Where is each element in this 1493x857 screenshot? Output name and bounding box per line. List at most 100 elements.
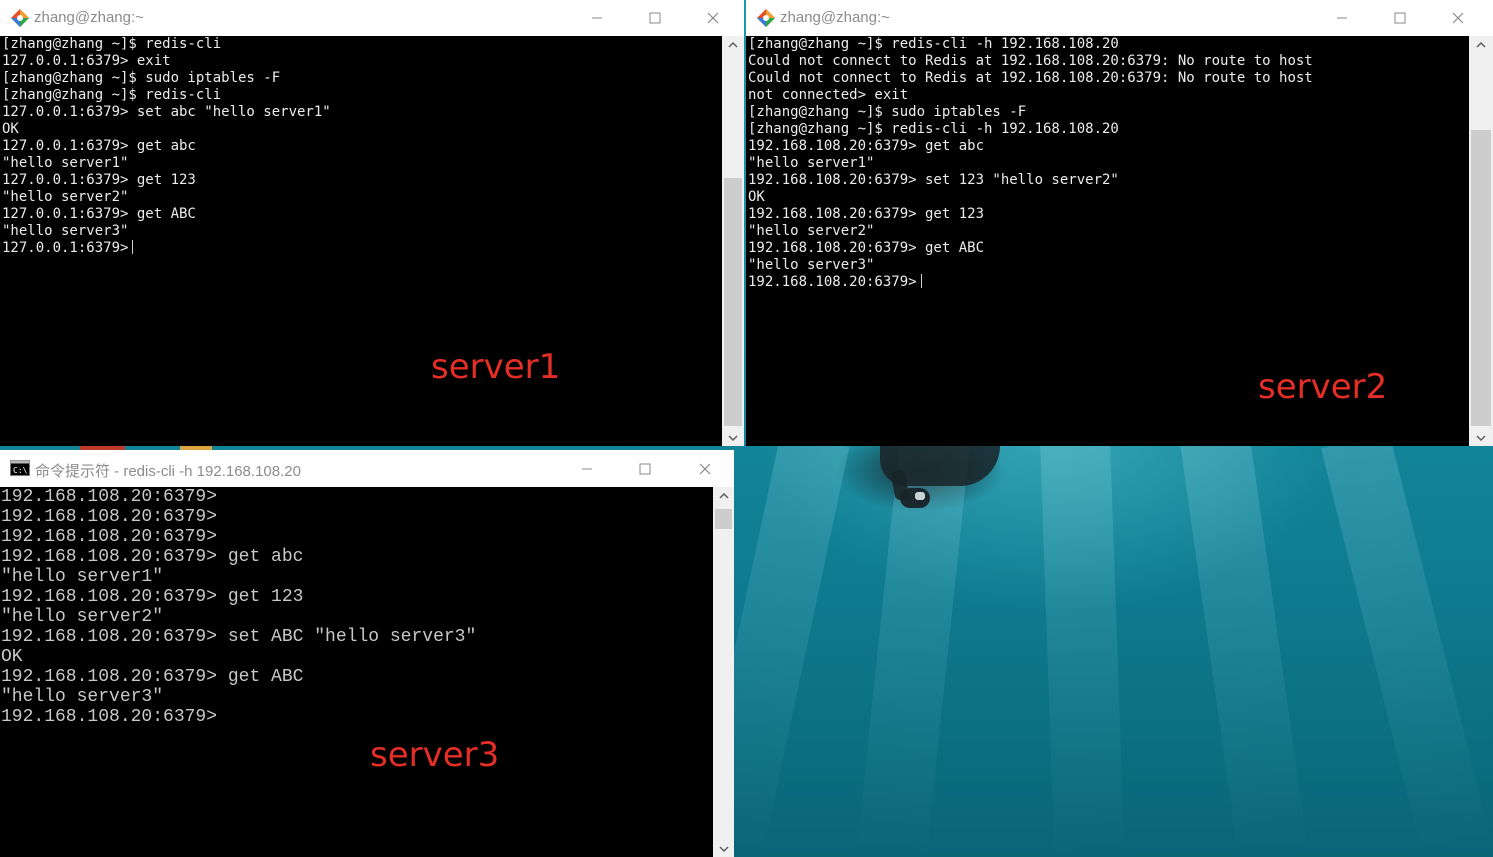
text-cursor	[132, 240, 134, 254]
chevron-up-icon	[1476, 41, 1486, 48]
window-title: 命令提示符 - redis-cli -h 192.168.108.20	[35, 463, 301, 480]
terminal-line: 127.0.0.1:6379> exit	[2, 53, 171, 69]
scroll-up-button[interactable]	[722, 36, 744, 53]
chevron-down-icon	[728, 434, 738, 441]
terminal-line: "hello server1"	[748, 155, 875, 171]
terminal-prompt-line[interactable]: 192.168.108.20:6379>	[746, 274, 1469, 291]
light-ray	[1040, 438, 1125, 857]
terminal-line: [zhang@zhang ~]$ redis-cli -h 192.168.10…	[748, 121, 1119, 137]
terminal-line: Could not connect to Redis at 192.168.10…	[748, 70, 1313, 86]
maximize-button[interactable]	[1371, 0, 1429, 36]
window-title: zhang@zhang:~	[34, 9, 144, 26]
chevron-up-icon	[728, 41, 738, 48]
close-button[interactable]	[1429, 0, 1487, 36]
terminal-line: OK	[2, 121, 19, 137]
terminal-line: "hello server3"	[2, 223, 129, 239]
text-cursor	[920, 274, 922, 288]
minimize-icon	[582, 468, 592, 469]
terminal-line: 192.168.108.20:6379> set 123 "hello serv…	[748, 172, 1119, 188]
terminal-window-server2[interactable]: zhang@zhang:~ [zhang@zhang ~]$ redis-cli…	[746, 0, 1493, 446]
light-ray	[1321, 431, 1491, 856]
maximize-button[interactable]	[626, 0, 684, 36]
terminal-output[interactable]: [zhang@zhang ~]$ redis-cli 127.0.0.1:637…	[0, 36, 722, 446]
terminal-prompt-line[interactable]: 127.0.0.1:6379>	[0, 240, 722, 257]
scroll-down-button[interactable]	[1469, 429, 1493, 446]
terminal-line: 127.0.0.1:6379> get 123	[2, 172, 196, 188]
vertical-scrollbar[interactable]	[713, 487, 734, 857]
close-icon	[707, 12, 719, 24]
maximize-icon	[649, 12, 661, 24]
command-prompt-icon: C:\	[10, 460, 30, 476]
title-bar[interactable]: zhang@zhang:~	[0, 0, 744, 36]
terminal-line: "hello server1"	[2, 155, 129, 171]
terminal-line: "hello server1"	[1, 567, 164, 587]
chevron-down-icon	[718, 845, 729, 852]
terminal-line: "hello server3"	[1, 687, 164, 707]
close-icon	[699, 463, 711, 474]
terminal-line: 192.168.108.20:6379> get abc	[1, 547, 304, 567]
server-annotation: server1	[431, 347, 561, 387]
terminal-prompt-line[interactable]: 192.168.108.20:6379>	[0, 707, 713, 727]
diver-watch	[915, 492, 925, 500]
vertical-scrollbar[interactable]	[1469, 36, 1493, 446]
scroll-down-button[interactable]	[713, 840, 734, 857]
terminal-line: 192.168.108.20:6379> get 123	[1, 587, 304, 607]
title-bar[interactable]: zhang@zhang:~	[746, 0, 1493, 36]
prompt-text: 192.168.108.20:6379>	[748, 274, 917, 290]
title-bar[interactable]: C:\ 命令提示符 - redis-cli -h 192.168.108.20	[0, 450, 734, 487]
close-icon	[1452, 12, 1464, 24]
light-ray	[1180, 435, 1309, 857]
terminal-line: 192.168.108.20:6379> get ABC	[1, 667, 304, 687]
terminal-line: [zhang@zhang ~]$ redis-cli	[2, 87, 222, 103]
terminal-line: 127.0.0.1:6379> set abc "hello server1"	[2, 104, 331, 120]
terminal-line: 192.168.108.20:6379>	[1, 507, 218, 527]
terminal-line: [zhang@zhang ~]$ sudo iptables -F	[748, 104, 1027, 120]
terminal-line: not connected> exit	[748, 87, 909, 103]
maximize-button[interactable]	[616, 450, 674, 487]
terminal-line: [zhang@zhang ~]$ sudo iptables -F	[2, 70, 281, 86]
close-button[interactable]	[676, 450, 734, 487]
minimize-button[interactable]	[568, 0, 626, 36]
close-button[interactable]	[684, 0, 742, 36]
terminal-line: "hello server2"	[748, 223, 875, 239]
scroll-thumb[interactable]	[724, 178, 742, 426]
scroll-thumb[interactable]	[1471, 130, 1491, 426]
prompt-text: 127.0.0.1:6379>	[2, 240, 129, 256]
terminal-line: 192.168.108.20:6379> set ABC "hello serv…	[1, 627, 477, 647]
terminal-line: [zhang@zhang ~]$ redis-cli	[2, 36, 222, 52]
terminal-line: 192.168.108.20:6379>	[1, 487, 218, 507]
terminal-line: [zhang@zhang ~]$ redis-cli -h 192.168.10…	[748, 36, 1119, 52]
svg-text:C:\: C:\	[13, 466, 28, 475]
minimize-icon	[1337, 17, 1347, 19]
terminal-window-server1[interactable]: zhang@zhang:~ [zhang@zhang ~]$ redis-cli…	[0, 0, 744, 446]
chevron-down-icon	[1476, 434, 1486, 441]
terminal-line: 192.168.108.20:6379> get 123	[748, 206, 985, 222]
git-bash-icon	[10, 8, 30, 28]
terminal-line: 192.168.108.20:6379>	[1, 527, 218, 547]
server-annotation: server2	[1258, 367, 1388, 407]
terminal-line: Could not connect to Redis at 192.168.10…	[748, 53, 1313, 69]
terminal-line: "hello server2"	[2, 189, 129, 205]
maximize-icon	[1394, 12, 1406, 24]
scroll-up-button[interactable]	[1469, 36, 1493, 53]
terminal-line: OK	[1, 647, 23, 667]
maximize-icon	[639, 463, 651, 474]
terminal-line: 192.168.108.20:6379> get ABC	[748, 240, 985, 256]
cmd-window-server3[interactable]: C:\ 命令提示符 - redis-cli -h 192.168.108.20 …	[0, 450, 734, 857]
terminal-line: 192.168.108.20:6379> get abc	[748, 138, 985, 154]
scroll-up-button[interactable]	[713, 487, 734, 504]
minimize-icon	[592, 17, 602, 19]
minimize-button[interactable]	[1313, 0, 1371, 36]
terminal-output[interactable]: 192.168.108.20:6379> 192.168.108.20:6379…	[0, 487, 713, 857]
scroll-down-button[interactable]	[722, 429, 744, 446]
terminal-line: OK	[748, 189, 765, 205]
terminal-line: "hello server2"	[1, 607, 164, 627]
scroll-thumb[interactable]	[715, 509, 732, 529]
minimize-button[interactable]	[558, 450, 616, 487]
server-annotation: server3	[370, 735, 500, 775]
terminal-line: 127.0.0.1:6379> get ABC	[2, 206, 196, 222]
vertical-scrollbar[interactable]	[722, 36, 744, 446]
terminal-line: "hello server3"	[748, 257, 875, 273]
git-bash-icon	[756, 8, 776, 28]
chevron-up-icon	[718, 492, 729, 499]
